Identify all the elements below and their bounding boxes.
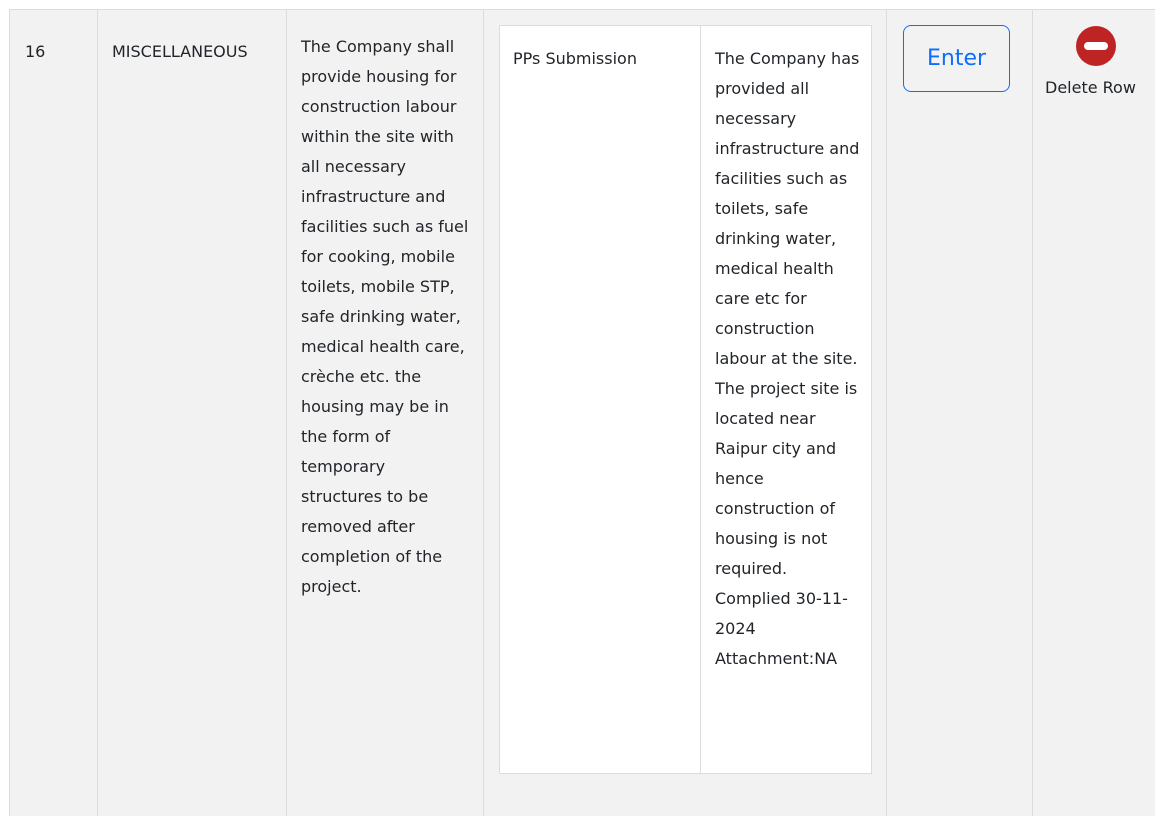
delete-cell: Delete Row	[1033, 10, 1155, 816]
submission-cell: PPs Submission The Company has provided …	[484, 10, 887, 816]
submission-text: The Company has provided all necessary i…	[715, 49, 860, 668]
enter-cell: Enter	[887, 10, 1033, 816]
submission-label-cell: PPs Submission	[500, 26, 701, 773]
minus-circle-icon[interactable]	[1076, 26, 1116, 66]
enter-button[interactable]: Enter	[903, 25, 1010, 92]
condition-text: The Company shall provide housing for co…	[301, 37, 469, 596]
category-cell: MISCELLANEOUS	[98, 10, 287, 816]
compliance-table-row: 16 MISCELLANEOUS The Company shall provi…	[9, 9, 1155, 816]
serial-number: 16	[25, 42, 46, 61]
serial-number-cell: 16	[10, 10, 98, 816]
delete-row-label[interactable]: Delete Row	[1045, 73, 1136, 103]
category-label: MISCELLANEOUS	[112, 42, 248, 61]
submission-table: PPs Submission The Company has provided …	[499, 25, 872, 774]
condition-cell: The Company shall provide housing for co…	[287, 10, 484, 816]
submission-label: PPs Submission	[513, 49, 637, 68]
